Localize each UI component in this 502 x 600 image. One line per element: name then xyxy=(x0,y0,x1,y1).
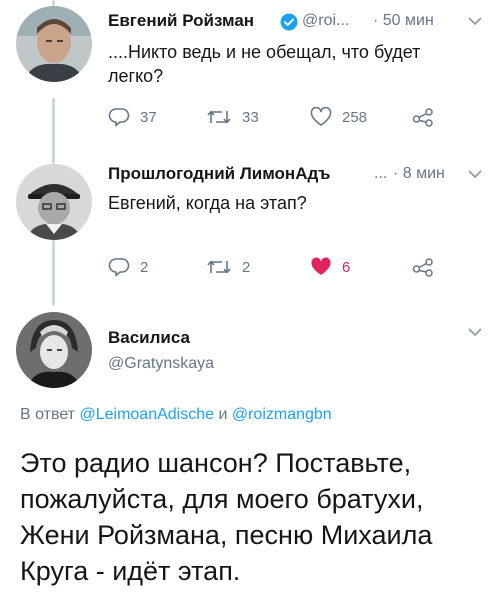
avatar[interactable] xyxy=(16,312,92,388)
reply-button[interactable]: 2 xyxy=(108,257,148,277)
author-handle[interactable]: ... xyxy=(374,165,387,183)
chevron-down-icon[interactable] xyxy=(468,328,482,337)
reply-context: В ответ @LeimoanAdische и @roizmangbn xyxy=(20,406,332,424)
author-handle[interactable]: @Gratynskaya xyxy=(108,355,214,373)
like-count: 6 xyxy=(342,258,351,276)
reply-icon xyxy=(108,258,130,277)
timestamp[interactable]: · 8 мин xyxy=(393,165,445,183)
retweet-count: 33 xyxy=(242,108,259,126)
reply-joiner: и xyxy=(218,406,228,423)
tweet-text: Евгений, когда на этап? xyxy=(108,193,307,213)
heart-icon xyxy=(311,257,331,275)
chevron-down-icon[interactable] xyxy=(468,170,482,179)
author-name[interactable]: Евгений Ройзман xyxy=(108,11,254,31)
tweet-text: ....Никто ведь и не обещал, что будет ле… xyxy=(108,42,421,86)
reply-count: 2 xyxy=(140,258,149,276)
avatar[interactable] xyxy=(16,6,92,82)
tweet-text: Это радио шансон? Поставьте, пожалуйста,… xyxy=(20,448,433,586)
share-icon[interactable] xyxy=(412,257,434,277)
reply-count: 37 xyxy=(140,108,157,126)
retweet-button[interactable]: 33 xyxy=(206,107,259,127)
avatar[interactable] xyxy=(16,164,92,240)
thread-line-3 xyxy=(52,240,55,306)
retweet-icon xyxy=(207,110,231,124)
share-icon[interactable] xyxy=(412,107,434,127)
thread-line-2 xyxy=(52,98,55,164)
author-name[interactable]: Василиса xyxy=(108,328,190,348)
verified-badge-icon xyxy=(280,13,298,31)
chevron-down-icon[interactable] xyxy=(468,17,482,26)
reply-icon xyxy=(108,108,130,127)
retweet-button[interactable]: 2 xyxy=(206,257,250,277)
like-button[interactable]: 258 xyxy=(310,107,367,127)
like-button[interactable]: 6 xyxy=(310,257,350,277)
heart-icon xyxy=(310,107,332,126)
retweet-icon xyxy=(207,260,231,274)
retweet-count: 2 xyxy=(242,258,251,276)
mention-link[interactable]: @roizmangbn xyxy=(232,406,332,423)
like-count: 258 xyxy=(342,108,368,126)
timestamp[interactable]: · 50 мин xyxy=(373,12,434,30)
author-name[interactable]: Прошлогодний ЛимонАдъ xyxy=(108,164,330,184)
reply-prefix: В ответ xyxy=(20,406,76,423)
author-handle[interactable]: @roi... xyxy=(302,12,349,30)
mention-link[interactable]: @LeimoanAdische xyxy=(79,406,214,423)
reply-button[interactable]: 37 xyxy=(108,107,157,127)
